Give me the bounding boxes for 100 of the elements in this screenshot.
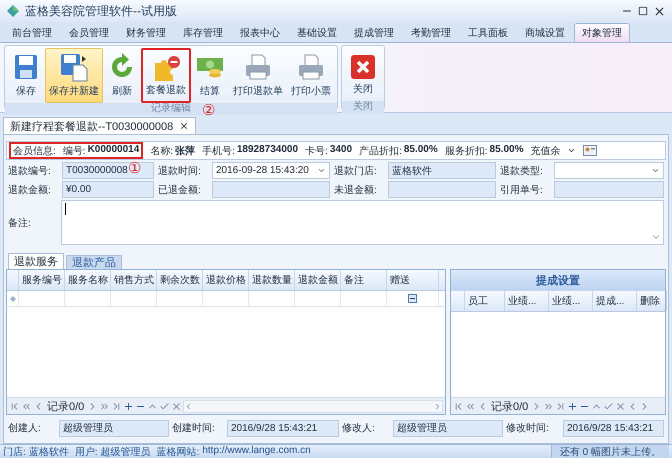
field-value: 18928734000 (236, 144, 298, 156)
field-label: 卡号: (305, 144, 328, 158)
field-label: 退款编号: (8, 164, 52, 178)
toolbar-button[interactable]: 保存 (7, 48, 45, 103)
next-page-icon[interactable] (99, 400, 110, 412)
gift-checkbox-icon[interactable] (408, 294, 417, 303)
printer-icon (296, 52, 326, 82)
text-field[interactable] (388, 181, 496, 198)
last-record-icon[interactable] (111, 400, 122, 412)
menu-tab[interactable]: 商城设置 (517, 23, 573, 42)
field-label: 创建人: (8, 422, 42, 435)
add-icon[interactable] (123, 400, 134, 412)
menu-tab[interactable]: 提成管理 (346, 23, 402, 42)
column-header[interactable]: 业绩... (505, 291, 549, 311)
column-header[interactable]: 赠送 (387, 270, 439, 290)
text-field[interactable]: 2016/9/28 15:43:21 (227, 420, 339, 436)
record-count: 记录0/0 (46, 400, 86, 414)
column-header[interactable]: 退款金额 (295, 270, 341, 290)
toolbar-button[interactable]: 结算 (191, 48, 229, 103)
toolbar-button[interactable]: 保存并新建 (45, 48, 103, 103)
column-header[interactable]: 员工 (465, 291, 505, 311)
column-header[interactable]: 服务编号 (19, 270, 65, 290)
column-header[interactable]: 退款数量 (249, 270, 295, 290)
column-header[interactable]: 服务名称 (65, 270, 111, 290)
toolbar-button[interactable]: 关闭 (344, 48, 382, 101)
field-label: 退款金额: (8, 184, 52, 196)
previous-page-icon[interactable] (465, 400, 476, 412)
column-header[interactable]: 备注 (341, 270, 387, 290)
close-icon[interactable] (653, 4, 666, 18)
field-value: K00000014 (88, 144, 140, 156)
new-row-icon (10, 296, 16, 302)
floppy-disk-document-icon (59, 52, 89, 82)
website-link[interactable]: http://www.lange.com.cn (202, 444, 311, 458)
field-label: 退款时间: (158, 164, 202, 178)
field-label: 修改人: (342, 422, 376, 435)
upload-notice: 还有 0 幅图片未上传。 (550, 444, 669, 458)
sub-tab[interactable]: 退款服务 (8, 253, 64, 269)
text-field[interactable]: ¥0.00 (62, 181, 154, 198)
menu-tab[interactable]: 报表中心 (232, 23, 288, 42)
field-label: 服务折扣: (444, 144, 488, 158)
close-icon (348, 52, 378, 82)
balance-dropdown[interactable]: 充值余 (530, 144, 560, 158)
window-title: 蓝格美容院管理软件--试用版 (25, 2, 178, 20)
toolbar-button[interactable]: 打印小票 (287, 48, 335, 103)
field-value: 85.00% (404, 144, 438, 156)
dropdown-field[interactable] (554, 162, 664, 179)
notes-field[interactable] (61, 200, 664, 245)
column-header[interactable]: 删除 (637, 291, 667, 311)
column-header[interactable]: 提成... (593, 291, 637, 311)
menu-tab[interactable]: 基础设置 (289, 23, 345, 42)
field-value: 张萍 (175, 144, 196, 158)
close-icon[interactable] (179, 121, 190, 131)
check-icon[interactable] (603, 400, 614, 412)
text-field[interactable]: 超级管理员 (393, 420, 503, 436)
document-tab[interactable]: 新建疗程套餐退款--T0030000008 (3, 117, 196, 134)
field-label: 编号: (62, 144, 86, 158)
status-label: 门店: (3, 446, 26, 458)
menu-tab[interactable]: 考勤管理 (403, 23, 459, 42)
add-icon[interactable] (567, 400, 578, 412)
status-value: 蓝格软件 (28, 446, 69, 458)
status-value: 超级管理员 (100, 446, 151, 458)
field-label: 退款门店: (334, 164, 378, 178)
text-field[interactable]: 蓝格软件 (388, 162, 496, 179)
previous-page-icon[interactable] (21, 400, 32, 412)
member-card-icon[interactable] (583, 145, 598, 156)
menu-tab[interactable]: 会员管理 (61, 23, 117, 42)
last-record-icon[interactable] (555, 400, 566, 412)
field-label: 创建时间: (172, 422, 216, 435)
cancel-icon[interactable] (171, 400, 182, 412)
column-header[interactable]: 退款价格 (203, 270, 249, 290)
field-label: 修改时间: (506, 422, 550, 435)
cancel-icon[interactable] (615, 400, 626, 412)
column-header[interactable]: 销售方式 (111, 270, 157, 290)
first-record-icon[interactable] (453, 400, 464, 412)
menu-tab[interactable]: 对象管理 (574, 23, 630, 42)
record-count: 记录0/0 (490, 400, 530, 414)
menu-tab[interactable]: 工具面板 (460, 23, 516, 42)
text-field[interactable]: 超级管理员 (59, 420, 169, 436)
status-label: 用户: (74, 446, 98, 458)
field-label: 备注: (8, 218, 31, 228)
menu-tab[interactable]: 库存管理 (175, 23, 231, 42)
group-label: 关闭 (342, 101, 384, 113)
dropdown-field[interactable]: 2016-09-28 15:43:20 (212, 162, 330, 179)
text-field[interactable] (554, 181, 664, 198)
next-page-icon[interactable] (543, 400, 554, 412)
horizontal-scrollbar[interactable] (183, 400, 443, 412)
check-icon[interactable] (159, 400, 170, 412)
maximize-icon[interactable] (638, 6, 648, 16)
toolbar-button[interactable]: 刷新 (103, 48, 141, 103)
toolbar-button[interactable]: 打印退款单 (229, 48, 287, 103)
field-label: 已退金额: (158, 184, 202, 196)
column-header[interactable]: 业绩... (549, 291, 593, 311)
menu-tab[interactable]: 财务管理 (118, 23, 174, 42)
first-record-icon[interactable] (9, 400, 20, 412)
scroll-right-icon[interactable] (433, 402, 442, 410)
menu-tab[interactable]: 前台管理 (4, 23, 60, 42)
text-field[interactable]: 2016/9/28 15:43:21 (563, 420, 664, 436)
sub-tab[interactable]: 退款产品 (66, 255, 122, 269)
column-header[interactable]: 剩余次数 (157, 270, 203, 290)
text-field[interactable] (212, 181, 330, 198)
